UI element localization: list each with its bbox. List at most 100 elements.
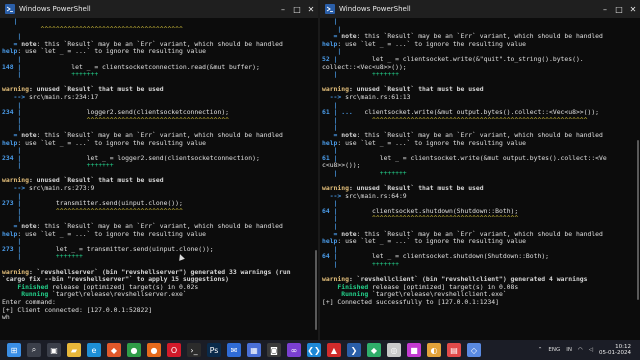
maximize-icon[interactable]: □ [612,0,626,18]
visual-studio-icon[interactable]: ∞ [287,343,301,357]
language-indicator[interactable]: ENG [548,347,560,353]
terminal-text-segment: : use `let _ = ...` to ignore the result… [337,138,526,147]
start-icon[interactable]: ⊞ [7,343,21,357]
terminal-line: --> src\main.rs:64:9 [322,192,634,201]
terminal-text-segment: src\main.rs:273:9 [28,184,95,193]
minimize-icon[interactable]: – [276,0,290,18]
opera-icon[interactable]: O [167,343,181,357]
terminal-text-segment: wh [2,313,10,322]
photoshop-icon[interactable]: Ps [207,343,221,357]
terminal-text-segment: | [322,260,338,268]
terminal-line: wh [2,313,312,322]
terminal-line: | ^^^^^^^^^^^^^^^^^^^^^^^^^^^^^^^^^^^^^^… [322,115,634,125]
terminal-line: | +++++++ [322,70,634,79]
terminal-output[interactable]: | | = note: this `Result` may be an `Err… [322,18,634,340]
terminal-text-segment: ^^^^^^^^^^^^^^^^^^^^^^^^^^^^^^^^^^^^^^ [372,214,519,223]
edge-icon[interactable]: e [87,343,101,357]
terminal-text-segment: : use `let _ = ...` to ignore the result… [17,138,206,147]
terminal-text-segment: ^^^^^^^^^^^^^^^^^^^^^^^^^^^^^^^^^^^^^ [86,115,230,124]
minimize-icon[interactable]: – [598,0,612,18]
terminal-text-segment: | [2,161,22,170]
terminal-text-segment: | [2,70,22,79]
vscode-icon[interactable]: ❮❯ [307,343,321,357]
clock[interactable]: 10:12 05-01-2024 [596,344,634,357]
terminal-text-segment: +++++++ [55,252,83,261]
chevron-up-icon[interactable]: ⌃ [538,347,543,353]
mail-icon[interactable]: ✉ [227,343,241,357]
terminal-line: help: use `let _ = ...` to ignore the re… [2,48,312,56]
terminal-line: | +++++++ [322,260,634,269]
terminal-line: | +++++++ [2,253,312,261]
app-icon-5[interactable]: ■ [407,343,421,357]
system-tray[interactable]: ⌃ ENG IN ◠ ◁ 10:12 05-01-2024 [535,344,640,357]
app-icon-6[interactable]: ◐ [427,343,441,357]
powershell-icon [325,4,335,14]
terminal-text-segment: `target\release\revshellserver.exe` [48,290,187,299]
terminal-line: | ^^^^^^^^^^^^^^^^^^^^^^^^^^^^^^^^^ [2,207,312,216]
terminal-text-segment: : use `let _ = ...` to ignore the result… [337,39,526,48]
terminal-line: 61 | let _ = clientsocket.write(&mut out… [322,153,634,163]
maximize-icon[interactable]: □ [290,0,304,18]
chrome-icon[interactable]: ● [127,343,141,357]
terminal-text-segment: src\main.rs:234:17 [28,92,99,101]
task-view-icon[interactable]: ▣ [47,343,61,357]
search-icon[interactable]: ⌕ [27,343,41,357]
close-icon[interactable]: ✕ [304,0,318,18]
terminal-text-segment: +++++++ [71,70,99,79]
terminal-line: help: use `let _ = ...` to ignore the re… [322,39,634,49]
windows-store-icon[interactable]: ▦ [247,343,261,357]
powershell-icon [5,4,15,14]
terminal-text-segment: let _ = clientsocket.write(&mut output.b… [379,153,607,162]
scrollbar[interactable] [637,140,639,300]
app-icon-8[interactable]: ◇ [467,343,481,357]
terminal-text-segment: : use `let _ = ...` to ignore the result… [17,47,206,56]
terminal-text-segment: ^^^^^^^^^^^^^^^^^^^^^^^^^^^^^^^^^^^^^ [2,24,183,33]
terminal-output[interactable]: | ^^^^^^^^^^^^^^^^^^^^^^^^^^^^^^^^^^^^^ … [2,18,312,340]
terminal-line: --> src\main.rs:61:13 [322,92,634,102]
terminal-line: [+] Connected successfully to [127.0.0.1… [322,297,634,307]
terminal-text-segment: let _ = clientsocketconnection.read(&mut… [71,62,260,71]
close-icon[interactable]: ✕ [626,0,640,18]
app-icon-4[interactable]: ◎ [387,343,401,357]
brave-icon[interactable]: ◆ [107,343,121,357]
powershell-window-left[interactable]: Windows PowerShell – □ ✕ | ^^^^^^^^^^^^^… [0,0,318,340]
app-icon-7[interactable]: ▤ [447,343,461,357]
title-bar[interactable]: Windows PowerShell – □ ✕ [320,0,640,18]
firefox-icon[interactable]: ● [147,343,161,357]
terminal-line: [+] Client connected: [127.0.0.1:52822] [2,305,312,315]
terminal-text-segment: +++++++ [379,168,407,177]
terminal-line: | +++++++ [322,168,634,178]
wifi-icon[interactable]: ◠ [578,347,583,353]
app-icon-2[interactable]: ▲ [327,343,341,357]
terminal-line: --> src\main.rs:234:17 [2,92,312,102]
terminal-line: --> src\main.rs:273:9 [2,184,312,193]
file-explorer-icon[interactable]: ▰ [67,343,81,357]
terminal-line: help: use `let _ = ...` to ignore the re… [2,138,312,148]
title-bar[interactable]: Windows PowerShell – □ ✕ [0,0,318,18]
terminal-line: | +++++++ [2,70,312,79]
powershell-window-right[interactable]: Windows PowerShell – □ ✕ | | = note: thi… [320,0,640,340]
terminal-text-segment: | [322,70,338,79]
terminal-icon[interactable]: ›_ [187,343,201,357]
volume-icon[interactable]: ◁ [589,347,593,353]
taskbar-app-icons: ⊞ ⌕ ▣ ▰ e ◆ ● ● O ›_ Ps ✉ ▦ ◙ ∞ ❮❯ ▲ ❯ ◆ ◎ ■ ◐ ▤ ◇ [4,343,484,357]
terminal-text-segment: src\main.rs:61:13 [345,92,411,101]
terminal-text-segment: | [2,252,22,261]
app-icon-1[interactable]: ◙ [267,343,281,357]
app-icon-3[interactable]: ◆ [367,343,381,357]
terminal-text-segment: +++++++ [372,70,399,79]
terminal-text-segment: ^^^^^^^^^^^^^^^^^^^^^^^^^^^^^^^^^^^^^^^^… [372,115,588,124]
terminal-text-segment: [+] Client connected: [127.0.0.1:52822] [2,305,153,314]
scrollbar[interactable] [315,250,317,330]
powershell-icon[interactable]: ❯ [347,343,361,357]
terminal-line: | ^^^^^^^^^^^^^^^^^^^^^^^^^^^^^^^^^^^^^ [2,115,312,125]
terminal-line: help: use `let _ = ...` to ignore the re… [322,237,634,246]
terminal-text-segment: [+] Connected successfully to [127.0.0.1… [322,297,499,306]
clock-date: 05-01-2024 [599,350,631,356]
